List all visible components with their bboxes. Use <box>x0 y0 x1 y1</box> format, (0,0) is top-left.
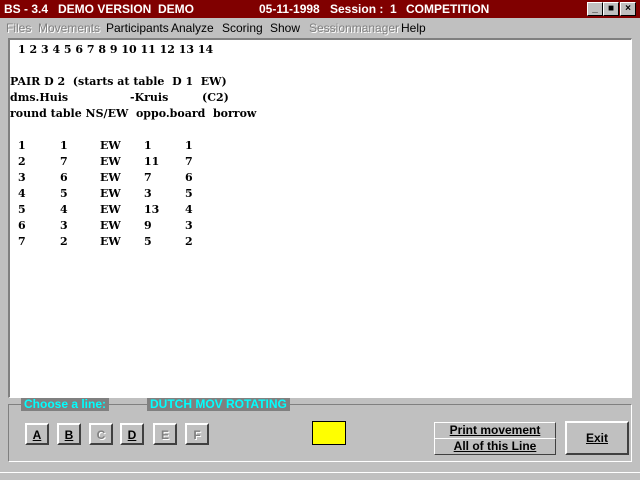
player-class: (C2) <box>202 91 229 104</box>
cell-oppo: 1 <box>144 139 152 152</box>
session-date: 05-11-1998 <box>259 2 320 16</box>
movement-name-label: DUTCH MOV ROTATING <box>147 398 290 411</box>
title-bar: BS - 3.4 DEMO VERSION DEMO 05-11-1998 Se… <box>0 0 640 18</box>
menu-movements[interactable]: Movements <box>38 21 100 35</box>
cell-oppo: 13 <box>144 203 160 216</box>
cell-table: 2 <box>60 235 68 248</box>
cell-side: EW <box>100 235 121 248</box>
cell-oppo: 11 <box>144 155 160 168</box>
cell-round: 6 <box>18 219 26 232</box>
cell-side: EW <box>100 155 121 168</box>
player-2: -Kruis <box>130 91 169 104</box>
cell-round: 5 <box>18 203 26 216</box>
cell-round: 7 <box>18 235 26 248</box>
cell-table: 3 <box>60 219 68 232</box>
cell-board: 1 <box>185 139 193 152</box>
line-button-b[interactable]: B <box>57 423 81 445</box>
cell-table: 4 <box>60 203 68 216</box>
cell-oppo: 7 <box>144 171 152 184</box>
cell-side: EW <box>100 219 121 232</box>
movement-report: 1 2 3 4 5 6 7 8 9 10 11 12 13 14 PAIR D … <box>8 38 632 398</box>
minimize-button[interactable]: _ <box>587 2 603 16</box>
cell-oppo: 9 <box>144 219 152 232</box>
menu-help[interactable]: Help <box>401 21 426 35</box>
player-1: dms.Huis <box>10 91 69 104</box>
cell-board: 7 <box>185 155 193 168</box>
cell-round: 3 <box>18 171 26 184</box>
cell-side: EW <box>100 187 121 200</box>
cell-board: 5 <box>185 187 193 200</box>
cell-board: 4 <box>185 203 193 216</box>
line-button-f[interactable]: F <box>185 423 209 445</box>
cell-oppo: 5 <box>144 235 152 248</box>
selected-line-indicator <box>312 421 346 445</box>
line-chooser-panel: Choose a line: DUTCH MOV ROTATING A B C … <box>8 398 632 462</box>
choose-line-label: Choose a line: <box>21 398 110 411</box>
exit-button[interactable]: Exit <box>565 421 629 455</box>
cell-side: EW <box>100 171 121 184</box>
cell-table: 1 <box>60 139 68 152</box>
cell-table: 7 <box>60 155 68 168</box>
line-button-e[interactable]: E <box>153 423 177 445</box>
rounds-line: 1 2 3 4 5 6 7 8 9 10 11 12 13 14 <box>18 43 214 56</box>
cell-table: 5 <box>60 187 68 200</box>
menu-sessionmanager[interactable]: Sessionmanager <box>309 21 399 35</box>
print-movement-button[interactable]: Print movement <box>434 422 556 439</box>
menu-scoring[interactable]: Scoring <box>222 21 263 35</box>
line-button-a[interactable]: A <box>25 423 49 445</box>
column-headers: round table NS/EW oppo.board borrow <box>10 107 257 120</box>
line-button-d[interactable]: D <box>120 423 144 445</box>
line-button-c[interactable]: C <box>89 423 113 445</box>
all-of-line-button[interactable]: All of this Line <box>434 438 556 455</box>
cell-oppo: 3 <box>144 187 152 200</box>
menu-show[interactable]: Show <box>270 21 300 35</box>
maximize-button[interactable]: ■ <box>603 2 619 16</box>
session-label: Session : 1 <box>330 2 397 16</box>
close-button[interactable]: × <box>620 2 636 16</box>
cell-board: 3 <box>185 219 193 232</box>
cell-table: 6 <box>60 171 68 184</box>
cell-side: EW <box>100 203 121 216</box>
cell-board: 6 <box>185 171 193 184</box>
menu-participants[interactable]: Participants <box>106 21 169 35</box>
cell-round: 2 <box>18 155 26 168</box>
cell-board: 2 <box>185 235 193 248</box>
cell-round: 1 <box>18 139 26 152</box>
pair-line: PAIR D 2 (starts at table D 1 EW) <box>10 75 227 88</box>
status-bar <box>0 472 640 480</box>
cell-side: EW <box>100 139 121 152</box>
version-label: DEMO VERSION DEMO <box>58 2 195 16</box>
mode-label: COMPETITION <box>406 2 490 16</box>
app-name: BS - 3.4 <box>4 2 49 16</box>
menu-files[interactable]: Files <box>6 21 31 35</box>
cell-round: 4 <box>18 187 26 200</box>
menu-bar: Files Movements Participants Analyze Sco… <box>0 19 640 37</box>
menu-analyze[interactable]: Analyze <box>171 21 214 35</box>
